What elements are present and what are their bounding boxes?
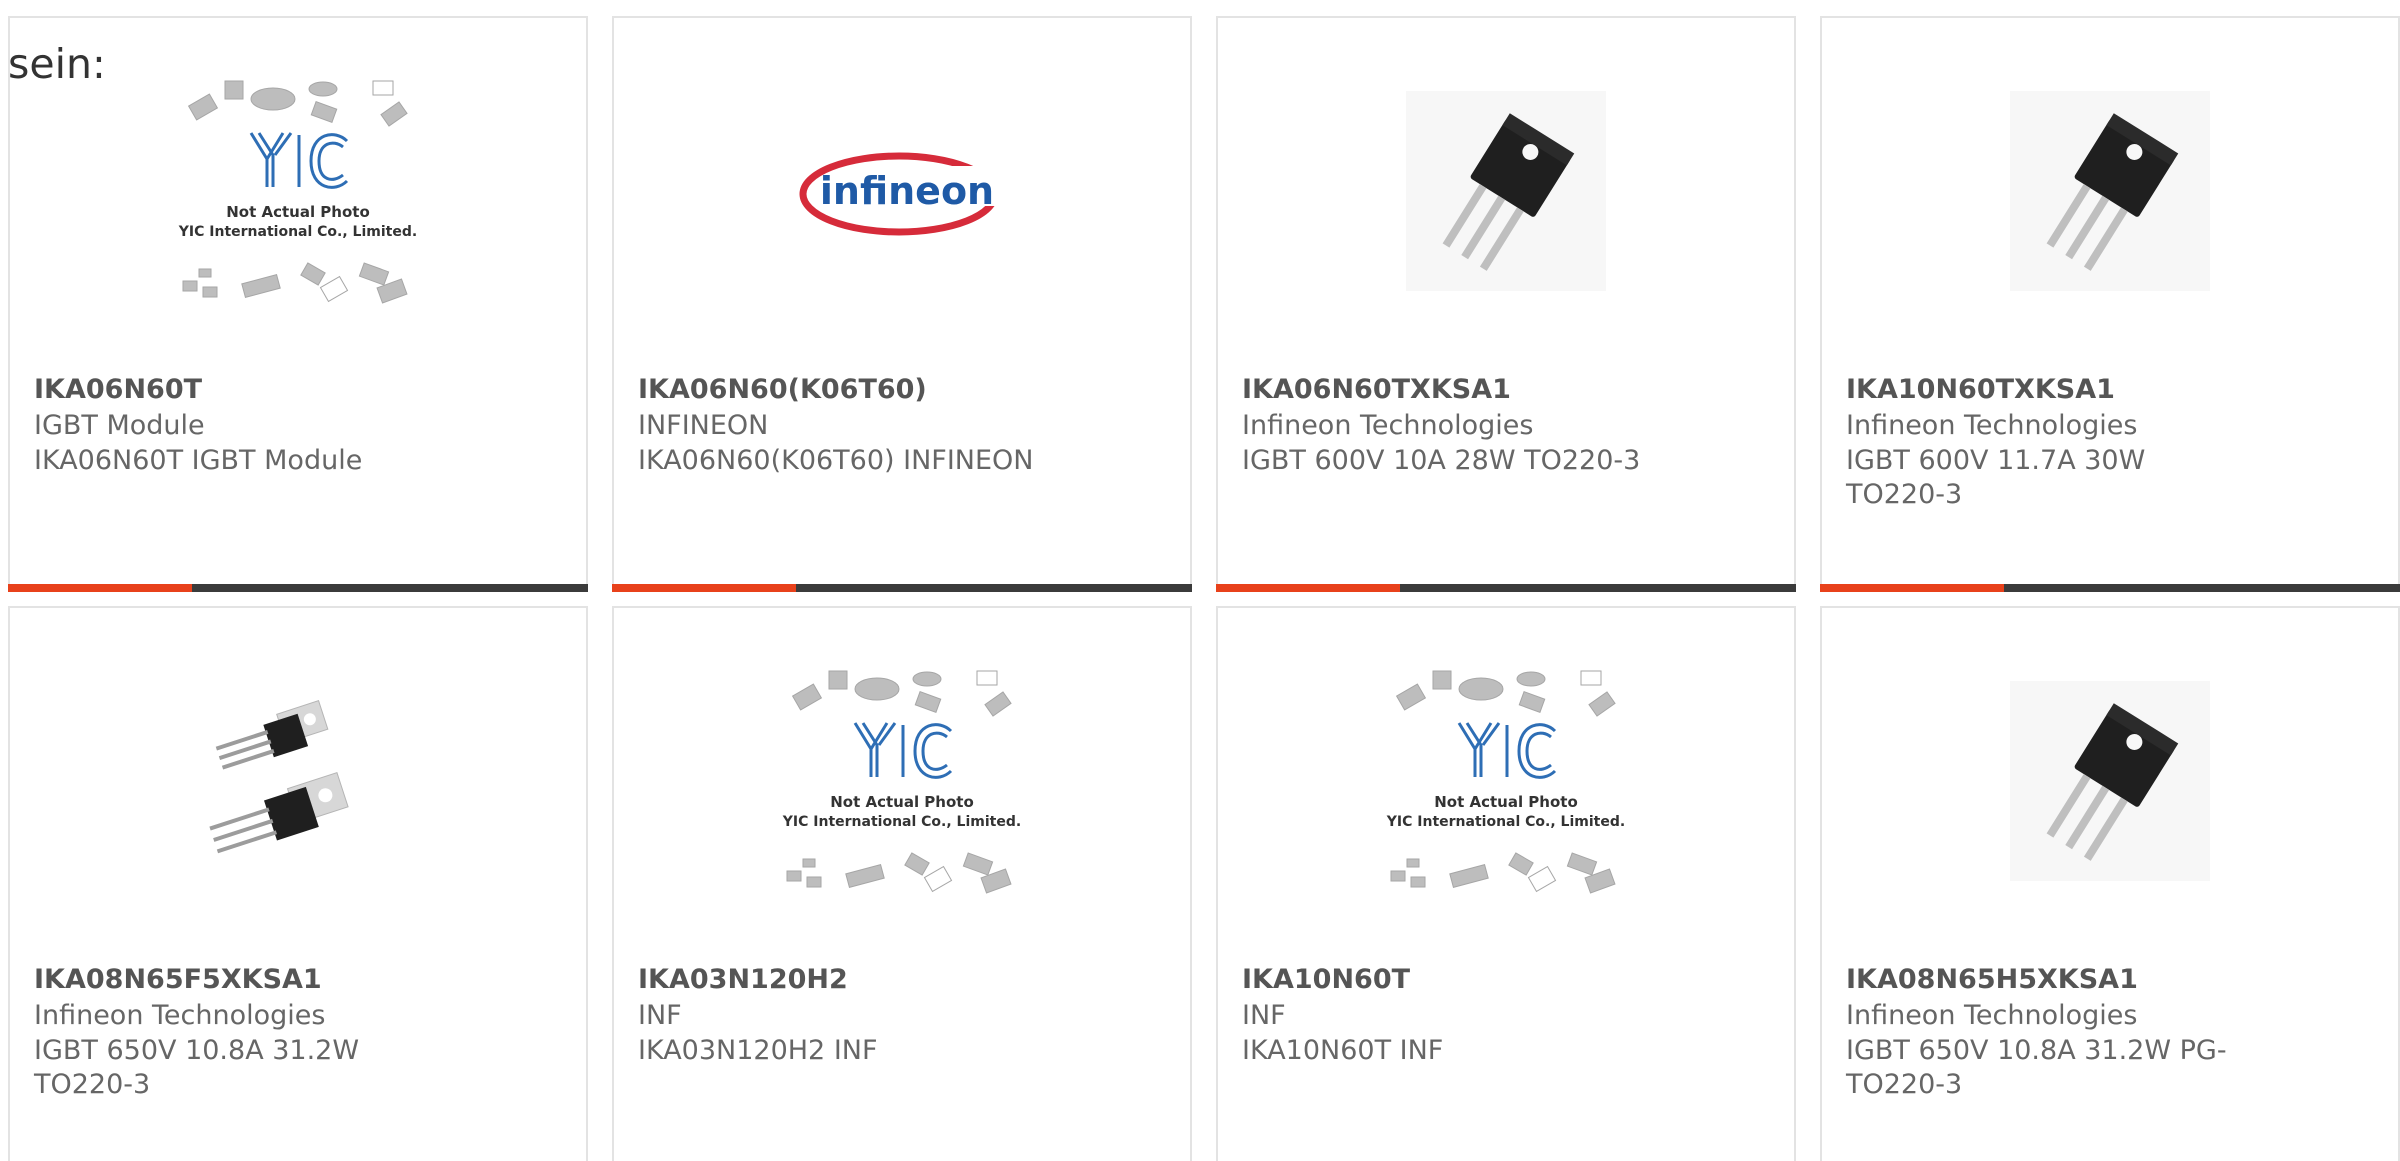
placeholder-line-2: YIC International Co., Limited. bbox=[1386, 814, 1625, 830]
to220-component-image bbox=[2010, 681, 2210, 881]
product-grid-page: sein: Not Actual Photo YIC International… bbox=[0, 0, 2400, 1161]
product-card[interactable]: IKA10N60TXKSA1 Infineon Technologies IGB… bbox=[1820, 16, 2400, 592]
not-actual-photo-placeholder-image: Not Actual Photo YIC International Co., … bbox=[782, 670, 1021, 894]
part-number-link[interactable]: IKA10N60TXKSA1 bbox=[1846, 374, 2115, 405]
product-image[interactable] bbox=[10, 608, 586, 954]
card-accent-bar bbox=[8, 584, 588, 592]
to220-pair-image bbox=[209, 700, 349, 854]
product-image[interactable]: Not Actual Photo YIC International Co., … bbox=[1218, 608, 1794, 954]
product-image[interactable]: infineon bbox=[614, 18, 1190, 364]
to220-component-image bbox=[2010, 91, 2210, 291]
product-card[interactable]: IKA08N65H5XKSA1 Infineon Technologies IG… bbox=[1820, 606, 2400, 1161]
description: IGBT 600V 11.7A 30W TO220-3 bbox=[1846, 445, 2146, 510]
description: IGBT 650V 10.8A 31.2W PG-TO220-3 bbox=[1846, 1035, 2227, 1100]
manufacturer: Infineon Technologies bbox=[1242, 410, 1534, 441]
part-number-link[interactable]: IKA06N60T bbox=[34, 374, 202, 405]
part-number-link[interactable]: IKA08N65F5XKSA1 bbox=[34, 964, 322, 995]
placeholder-line-1: Not Actual Photo bbox=[1434, 793, 1578, 811]
manufacturer: INF bbox=[638, 1000, 682, 1031]
part-number-link[interactable]: IKA08N65H5XKSA1 bbox=[1846, 964, 2138, 995]
manufacturer: INFINEON bbox=[638, 410, 769, 441]
manufacturer: Infineon Technologies bbox=[1846, 1000, 2138, 1031]
placeholder-line-2: YIC International Co., Limited. bbox=[782, 814, 1021, 830]
product-image[interactable] bbox=[1218, 18, 1794, 364]
product-card[interactable]: Not Actual Photo YIC International Co., … bbox=[612, 606, 1192, 1161]
product-card[interactable]: Not Actual Photo YIC International Co., … bbox=[1216, 606, 1796, 1161]
intro-text: sein: bbox=[8, 40, 106, 88]
description: IGBT 600V 10A 28W TO220-3 bbox=[1242, 445, 1641, 476]
product-image[interactable] bbox=[1822, 608, 2398, 954]
to220-component-image bbox=[1406, 91, 1606, 291]
manufacturer: Infineon Technologies bbox=[34, 1000, 326, 1031]
manufacturer: INF bbox=[1242, 1000, 1286, 1031]
description: IKA10N60T INF bbox=[1242, 1035, 1444, 1066]
part-number-link[interactable]: IKA06N60(K06T60) bbox=[638, 374, 927, 405]
description: IKA03N120H2 INF bbox=[638, 1035, 878, 1066]
card-accent-bar-highlight bbox=[612, 584, 796, 592]
part-number-link[interactable]: IKA03N120H2 bbox=[638, 964, 848, 995]
card-accent-bar-highlight bbox=[1820, 584, 2004, 592]
product-card[interactable]: IKA06N60TXKSA1 Infineon Technologies IGB… bbox=[1216, 16, 1796, 592]
placeholder-line-1: Not Actual Photo bbox=[830, 793, 974, 811]
card-accent-bar bbox=[1820, 584, 2400, 592]
card-accent-bar bbox=[1216, 584, 1796, 592]
not-actual-photo-placeholder-image: Not Actual Photo YIC International Co., … bbox=[1386, 670, 1625, 894]
description: IKA06N60(K06T60) INFINEON bbox=[638, 445, 1034, 476]
card-accent-bar bbox=[612, 584, 1192, 592]
part-number-link[interactable]: IKA06N60TXKSA1 bbox=[1242, 374, 1511, 405]
product-card[interactable]: infineon IKA06N60(K06T60) INFINEON IKA06… bbox=[612, 16, 1192, 592]
manufacturer: IGBT Module bbox=[34, 410, 205, 441]
card-accent-bar-highlight bbox=[8, 584, 192, 592]
product-image[interactable]: Not Actual Photo YIC International Co., … bbox=[614, 608, 1190, 954]
infineon-logo-text: infineon bbox=[820, 169, 994, 213]
infineon-logo-image: infineon bbox=[799, 152, 1007, 236]
product-card[interactable]: IKA08N65F5XKSA1 Infineon Technologies IG… bbox=[8, 606, 588, 1161]
description: IGBT 650V 10.8A 31.2W TO220-3 bbox=[34, 1035, 360, 1100]
product-card[interactable]: Not Actual Photo YIC International Co., … bbox=[8, 16, 588, 592]
product-image[interactable] bbox=[1822, 18, 2398, 364]
placeholder-line-1: Not Actual Photo bbox=[226, 203, 370, 221]
part-number-link[interactable]: IKA10N60T bbox=[1242, 964, 1410, 995]
card-accent-bar-highlight bbox=[1216, 584, 1400, 592]
not-actual-photo-placeholder-image: Not Actual Photo YIC International Co., … bbox=[178, 80, 417, 304]
manufacturer: Infineon Technologies bbox=[1846, 410, 2138, 441]
description: IKA06N60T IGBT Module bbox=[34, 445, 363, 476]
placeholder-line-2: YIC International Co., Limited. bbox=[178, 224, 417, 240]
